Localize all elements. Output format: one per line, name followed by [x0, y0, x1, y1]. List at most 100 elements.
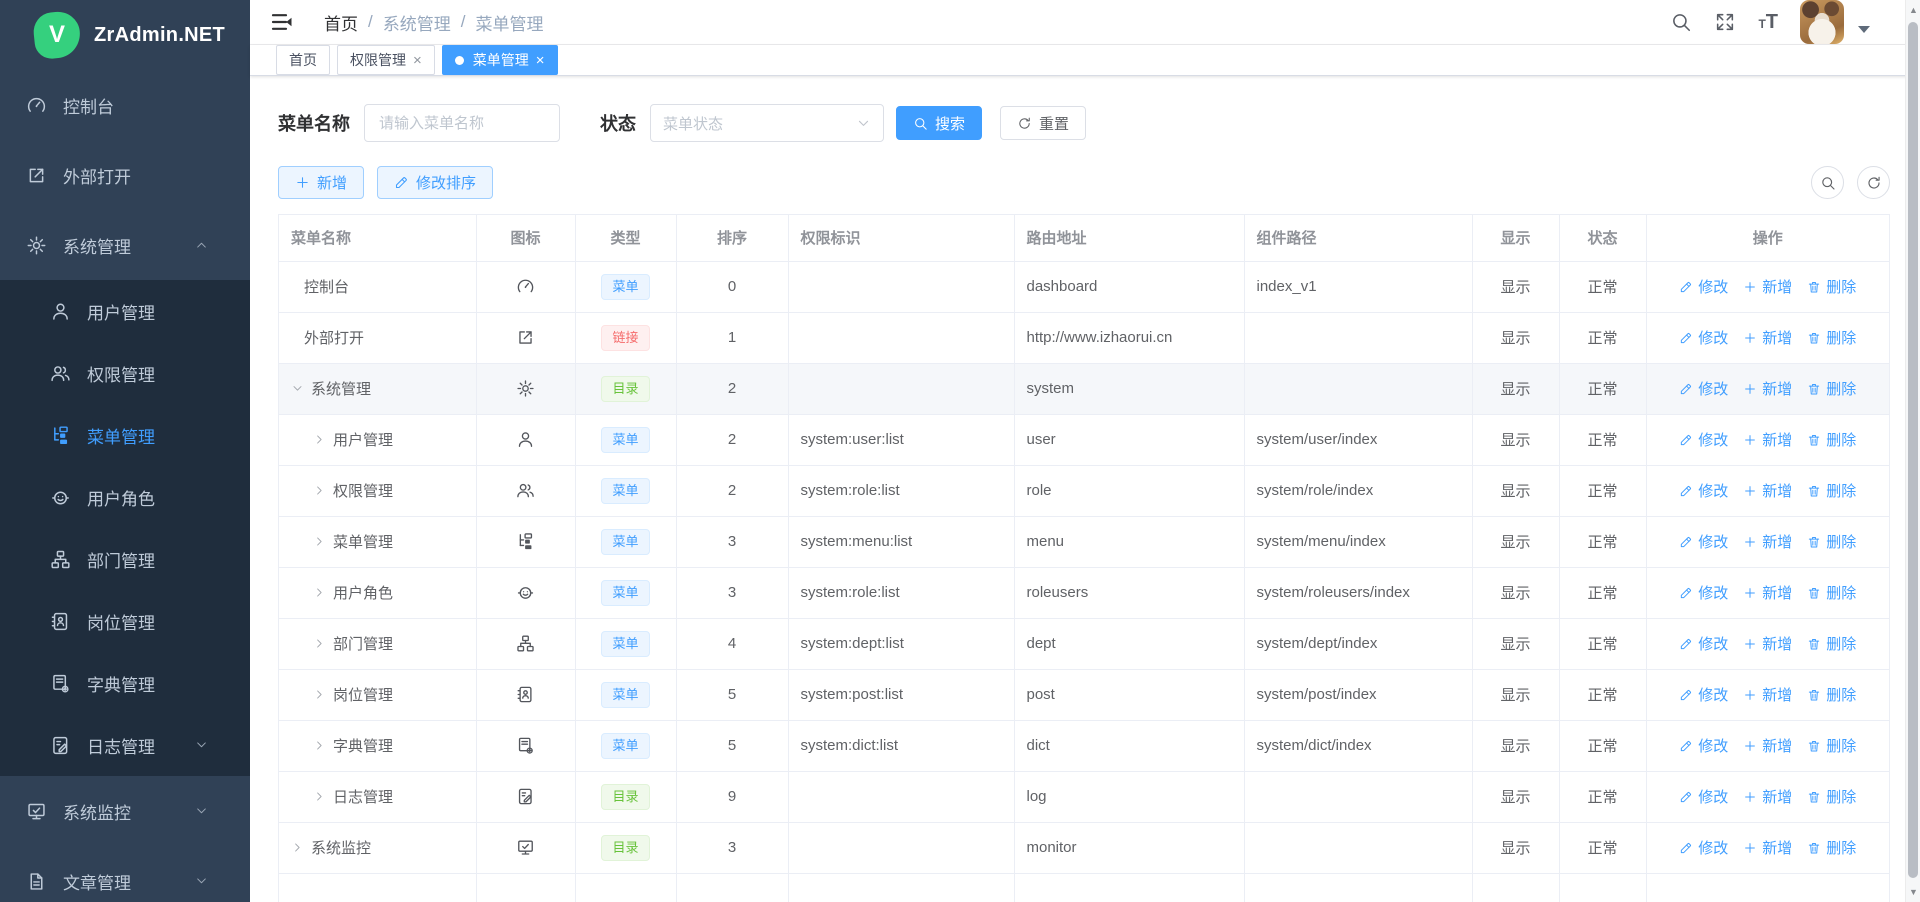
scroll-down-icon[interactable]: [1906, 887, 1920, 897]
row-add-link[interactable]: 新增: [1743, 786, 1792, 807]
font-size-icon[interactable]: [1758, 12, 1778, 32]
row-delete-link[interactable]: 删除: [1807, 378, 1856, 399]
show-search-button[interactable]: [1811, 166, 1844, 199]
row-delete-link[interactable]: 删除: [1807, 684, 1856, 705]
trash-icon: [1807, 790, 1821, 804]
tree-expand-icon[interactable]: [313, 739, 326, 752]
row-add-link[interactable]: 新增: [1743, 684, 1792, 705]
search-icon: [1820, 175, 1836, 191]
row-edit-link[interactable]: 修改: [1679, 582, 1728, 603]
row-edit-link[interactable]: 修改: [1679, 531, 1728, 552]
sidebar-item-role-mgmt[interactable]: 权限管理: [0, 342, 250, 404]
sidebar-item-label: 字典管理: [87, 671, 155, 696]
scrollbar-thumb[interactable]: [1908, 22, 1918, 878]
sidebar-item-system-monitor[interactable]: 系统监控: [0, 776, 250, 846]
user-icon: [516, 430, 535, 449]
app-logo: V ZrAdmin.NET: [0, 0, 250, 70]
row-edit-link[interactable]: 修改: [1679, 633, 1728, 654]
search-icon[interactable]: [1670, 11, 1692, 33]
sidebar-item-post-mgmt[interactable]: 岗位管理: [0, 590, 250, 652]
tree-expand-icon[interactable]: [313, 433, 326, 446]
row-edit-link[interactable]: 修改: [1679, 327, 1728, 348]
tab-home[interactable]: 首页: [276, 45, 330, 75]
sidebar-item-dashboard[interactable]: 控制台: [0, 70, 250, 140]
row-edit-link[interactable]: 修改: [1679, 378, 1728, 399]
reset-button[interactable]: 重置: [1000, 106, 1086, 140]
sidebar-item-log-mgmt[interactable]: 日志管理: [0, 714, 250, 776]
refresh-button[interactable]: [1857, 166, 1890, 199]
menu-status-select[interactable]: 菜单状态: [650, 104, 884, 142]
scroll-up-icon[interactable]: [1906, 5, 1920, 15]
search-button[interactable]: 搜索: [896, 106, 982, 140]
row-delete-link[interactable]: 删除: [1807, 633, 1856, 654]
row-edit-link[interactable]: 修改: [1679, 429, 1728, 450]
sidebar-item-system-mgmt[interactable]: 系统管理: [0, 210, 250, 280]
sidebar-item-user-role[interactable]: 用户角色: [0, 466, 250, 528]
row-delete-link[interactable]: 删除: [1807, 429, 1856, 450]
row-edit-link[interactable]: 修改: [1679, 786, 1728, 807]
sidebar-item-label: 系统监控: [63, 799, 131, 824]
tab-role-mgmt[interactable]: 权限管理: [337, 45, 435, 75]
sidebar-item-dept-mgmt[interactable]: 部门管理: [0, 528, 250, 590]
tree-collapse-icon[interactable]: [291, 382, 304, 395]
row-add-link[interactable]: 新增: [1743, 480, 1792, 501]
row-delete-link[interactable]: 删除: [1807, 582, 1856, 603]
user-menu-caret-icon[interactable]: [1858, 26, 1870, 33]
tree-expand-icon[interactable]: [313, 637, 326, 650]
row-edit-link[interactable]: 修改: [1679, 276, 1728, 297]
avatar[interactable]: [1800, 0, 1844, 44]
row-delete-link[interactable]: 删除: [1807, 480, 1856, 501]
row-add-link[interactable]: 新增: [1743, 429, 1792, 450]
row-add-link[interactable]: 新增: [1743, 633, 1792, 654]
sidebar-submenu-system: 用户管理 权限管理 菜单管理 用户角色 部门管理: [0, 280, 250, 776]
edit-icon: [1679, 280, 1693, 294]
tree-expand-icon[interactable]: [313, 535, 326, 548]
refresh-icon: [1866, 175, 1882, 191]
close-icon[interactable]: [413, 53, 422, 68]
breadcrumb-home[interactable]: 首页: [324, 10, 358, 35]
row-add-link[interactable]: 新增: [1743, 837, 1792, 858]
col-route: 路由地址: [1014, 215, 1244, 261]
add-button[interactable]: 新增: [278, 166, 364, 199]
sidebar-nav: 控制台 外部打开 系统管理 用户管理 权限管理: [0, 70, 250, 902]
status-value: 正常: [1559, 720, 1646, 771]
sidebar-collapse-icon[interactable]: [270, 10, 294, 34]
close-icon[interactable]: [536, 53, 545, 68]
visible-value: 显示: [1472, 363, 1559, 414]
menu-name-input[interactable]: [364, 104, 560, 142]
tree-expand-icon[interactable]: [313, 790, 326, 803]
row-delete-link[interactable]: 删除: [1807, 276, 1856, 297]
sidebar-item-article-mgmt[interactable]: 文章管理: [0, 846, 250, 902]
row-add-link[interactable]: 新增: [1743, 531, 1792, 552]
row-delete-link[interactable]: 删除: [1807, 837, 1856, 858]
row-delete-link[interactable]: 删除: [1807, 531, 1856, 552]
row-add-link[interactable]: 新增: [1743, 735, 1792, 756]
tab-menu-mgmt[interactable]: 菜单管理: [442, 45, 558, 75]
tree-expand-icon[interactable]: [313, 484, 326, 497]
row-edit-link[interactable]: 修改: [1679, 480, 1728, 501]
sidebar-item-dict-mgmt[interactable]: 字典管理: [0, 652, 250, 714]
row-add-link[interactable]: 新增: [1743, 378, 1792, 399]
row-edit-link[interactable]: 修改: [1679, 684, 1728, 705]
tree-expand-icon[interactable]: [313, 688, 326, 701]
page-scrollbar[interactable]: [1905, 0, 1920, 902]
row-add-link[interactable]: 新增: [1743, 582, 1792, 603]
breadcrumb: 首页 / 系统管理 / 菜单管理: [324, 10, 543, 35]
table-toolbar: 新增 修改排序: [278, 166, 1890, 199]
sidebar-item-user-mgmt[interactable]: 用户管理: [0, 280, 250, 342]
tree-expand-icon[interactable]: [291, 841, 304, 854]
edit-sort-button[interactable]: 修改排序: [377, 166, 493, 199]
row-edit-link[interactable]: 修改: [1679, 837, 1728, 858]
row-delete-link[interactable]: 删除: [1807, 786, 1856, 807]
gear-icon: [516, 379, 535, 398]
menu-name: 系统监控: [311, 837, 371, 858]
row-delete-link[interactable]: 删除: [1807, 327, 1856, 348]
sidebar-item-menu-mgmt[interactable]: 菜单管理: [0, 404, 250, 466]
row-add-link[interactable]: 新增: [1743, 327, 1792, 348]
fullscreen-icon[interactable]: [1714, 11, 1736, 33]
tree-expand-icon[interactable]: [313, 586, 326, 599]
row-add-link[interactable]: 新增: [1743, 276, 1792, 297]
sidebar-item-external-open[interactable]: 外部打开: [0, 140, 250, 210]
row-delete-link[interactable]: 删除: [1807, 735, 1856, 756]
row-edit-link[interactable]: 修改: [1679, 735, 1728, 756]
